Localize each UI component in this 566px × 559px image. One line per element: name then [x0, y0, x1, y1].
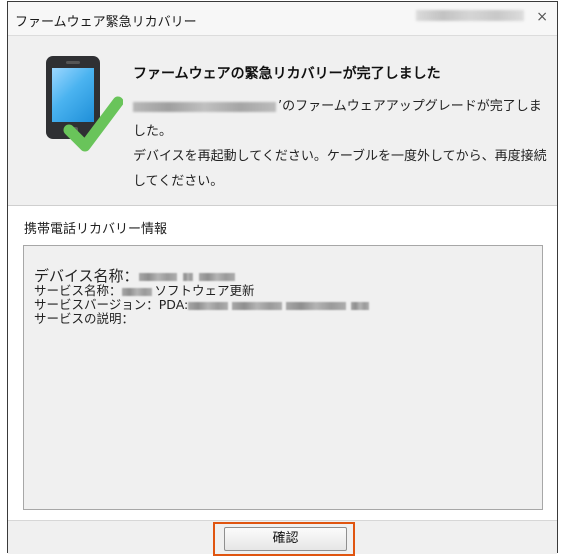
info-lines: デバイス名称： サービス名称： ソフトウェア更新 サービスバージョン：PDA: サ…	[34, 268, 370, 326]
completion-message: ’のファームウェアアップグレードが完了しました。 デバイスを再起動してください。…	[133, 94, 553, 194]
device-name-row: デバイス名称：	[34, 268, 369, 284]
redacted-value	[121, 287, 152, 296]
info-section-title: 携帯電話リカバリー情報	[24, 222, 168, 237]
redacted-value	[232, 301, 283, 310]
service-description-label: サービスの説明：	[34, 311, 135, 326]
redacted-value	[198, 272, 235, 281]
phone-speaker	[66, 61, 80, 64]
redacted-value	[351, 301, 370, 310]
service-name-row: サービス名称： ソフトウェア更新	[34, 284, 369, 298]
title-bar: ファームウェア緊急リカバリー ×	[8, 2, 557, 36]
info-box: デバイス名称： サービス名称： ソフトウェア更新 サービスバージョン：PDA: サ…	[23, 245, 543, 510]
service-name-label: サービス名称：	[34, 283, 122, 298]
redacted-value	[188, 301, 229, 310]
service-description-row: サービスの説明：	[34, 312, 369, 326]
service-name-suffix: ソフトウェア更新	[154, 283, 255, 298]
redacted-value	[138, 272, 177, 281]
message-line-2: デバイスを再起動してください。ケーブルを一度外してから、再度接続してください。	[133, 149, 547, 189]
service-version-label: サービスバージョン：PDA:	[34, 297, 189, 312]
service-version-row: サービスバージョン：PDA:	[34, 297, 370, 312]
redacted-device-name	[133, 101, 276, 112]
check-icon	[63, 96, 123, 152]
redacted-title-info	[416, 10, 524, 21]
window-title: ファームウェア緊急リカバリー	[15, 15, 197, 30]
redacted-value	[286, 301, 347, 310]
redacted-value	[182, 272, 193, 281]
completion-headline: ファームウェアの緊急リカバリーが完了しました	[133, 66, 441, 82]
recovery-window: ファームウェア緊急リカバリー × ファームウェアの緊急リカバリーが完了しました …	[7, 1, 558, 554]
close-icon[interactable]: ×	[536, 9, 548, 25]
confirm-button[interactable]: 確認	[224, 527, 347, 551]
